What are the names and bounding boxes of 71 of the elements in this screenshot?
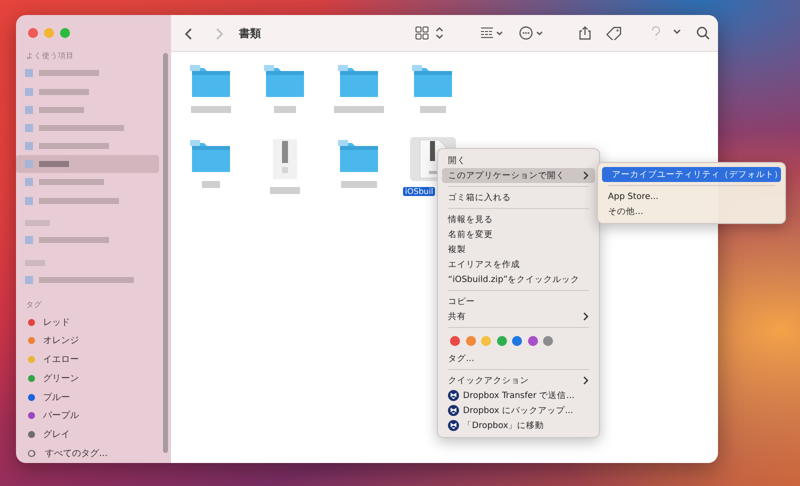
share-icon[interactable]	[578, 26, 592, 40]
menu-item[interactable]: 「Dropbox」に移動	[442, 418, 595, 433]
color-tag-dot[interactable]	[481, 336, 491, 346]
folder-icon[interactable]	[263, 62, 307, 100]
sidebar-tag[interactable]: パープル	[16, 406, 171, 426]
window-title: 書類	[239, 26, 261, 40]
menu-item[interactable]: 複製	[442, 242, 595, 257]
blurred-label	[270, 187, 300, 194]
color-tag-dot[interactable]	[512, 336, 522, 346]
menu-item[interactable]: タグ...	[442, 351, 595, 366]
tag-label: ブルー	[43, 392, 70, 404]
close-button[interactable]	[28, 28, 38, 38]
tag-label: グレイ	[43, 429, 70, 442]
folder-icon[interactable]	[189, 62, 233, 100]
menu-item[interactable]: このアプリケーションで開く	[442, 168, 595, 183]
menu-item[interactable]: Dropbox にバックアップ...	[442, 403, 595, 418]
scrollbar[interactable]	[163, 53, 168, 453]
blurred-label	[341, 181, 377, 188]
sidebar-tag[interactable]: グレイ	[16, 425, 171, 444]
sidebar-tag[interactable]: グリーン	[16, 369, 171, 388]
folder-icon[interactable]	[189, 137, 233, 175]
sidebar-tag[interactable]: オレンジ	[16, 331, 171, 350]
dropbox-icon	[448, 390, 459, 401]
blurred-label	[191, 106, 231, 113]
menu-item[interactable]: その他...	[602, 204, 781, 219]
blurred-label	[274, 106, 296, 113]
color-tag-dot[interactable]	[528, 336, 538, 346]
color-tag-dot[interactable]	[543, 336, 553, 346]
menu-item[interactable]: 名前を変更	[442, 227, 595, 242]
menu-item[interactable]: 開く	[442, 153, 595, 168]
color-tag-dot[interactable]	[450, 336, 460, 346]
more-actions-icon[interactable]	[518, 26, 544, 40]
folder-icon[interactable]	[337, 137, 381, 175]
menu-item[interactable]: ゴミ箱に入れる	[442, 190, 595, 205]
menu-item[interactable]: エイリアスを作成	[442, 257, 595, 272]
up-down-chevron-icon[interactable]	[435, 26, 444, 40]
tag-label: グリーン	[43, 372, 79, 385]
tag-label: イエロー	[43, 354, 79, 366]
menu-item[interactable]: アーカイブユーティリティ（デフォルト）	[602, 167, 781, 182]
all-tags-link[interactable]: すべてのタグ...	[45, 447, 108, 460]
folder-icon[interactable]	[411, 62, 455, 100]
menu-item[interactable]: App Store...	[602, 189, 781, 204]
menu-item[interactable]: 情報を見る	[442, 212, 595, 227]
sidebar-item[interactable]	[16, 155, 159, 174]
folder-icon[interactable]	[337, 62, 381, 100]
search-icon[interactable]	[696, 26, 710, 40]
tag-label: パープル	[43, 409, 79, 422]
blurred-label	[202, 181, 220, 188]
group-view-icon[interactable]	[480, 26, 504, 40]
dropbox-icon	[448, 405, 459, 416]
tag-label: レッド	[43, 316, 70, 328]
tag-label: オレンジ	[43, 335, 79, 348]
menu-item[interactable]: “iOSbuild.zip”をクイックルック	[442, 272, 595, 287]
menu-item[interactable]: Dropbox Transfer で送信...	[442, 388, 595, 403]
menu-item[interactable]: クイックアクション	[442, 373, 595, 388]
grid-view-icon[interactable]	[415, 26, 429, 40]
dropbox-icon	[448, 420, 459, 431]
file-name[interactable]: iOSbuil	[403, 187, 436, 196]
file-icon[interactable]	[270, 137, 300, 181]
sidebar-tag[interactable]: イエロー	[16, 350, 171, 369]
tag-icon[interactable]	[606, 26, 622, 40]
sidebar-tag[interactable]: レッド	[16, 312, 171, 332]
tags-icon	[28, 450, 37, 458]
sidebar-tag[interactable]: ブルー	[16, 388, 171, 407]
blurred-label	[334, 106, 384, 113]
menu-item[interactable]: コピー	[442, 294, 595, 309]
color-tag-dot[interactable]	[466, 336, 476, 346]
blurred-label	[420, 106, 446, 113]
zoom-button[interactable]	[60, 28, 70, 38]
menu-item[interactable]: 共有	[442, 309, 595, 324]
color-tag-dot[interactable]	[496, 336, 506, 346]
